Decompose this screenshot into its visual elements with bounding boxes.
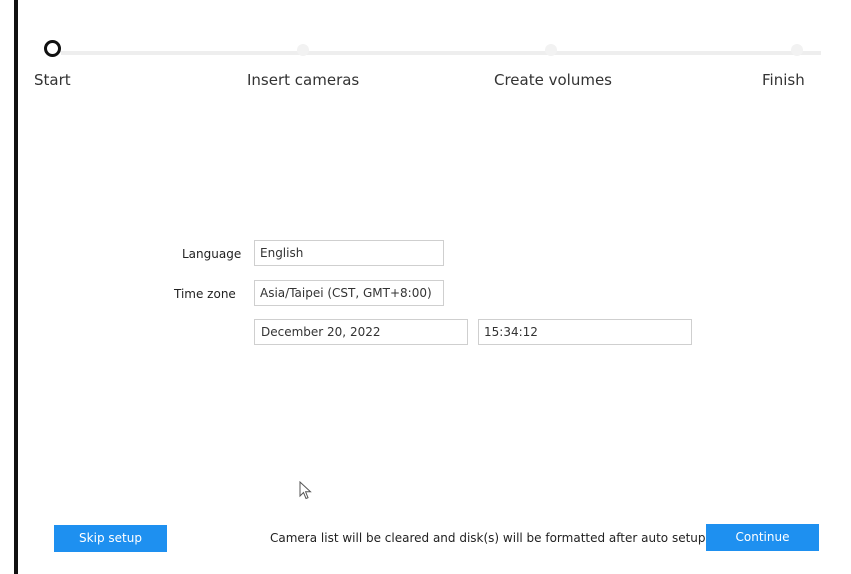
skip-setup-button[interactable]: Skip setup bbox=[54, 525, 167, 552]
step-start-label: Start bbox=[34, 71, 71, 89]
continue-button[interactable]: Continue bbox=[706, 524, 819, 551]
step-create-volumes-marker bbox=[545, 44, 557, 56]
timezone-select[interactable]: Asia/Taipei (CST, GMT+8:00) bbox=[254, 280, 444, 306]
step-finish-label: Finish bbox=[762, 71, 805, 89]
step-create-volumes-label: Create volumes bbox=[494, 71, 612, 89]
step-finish-marker bbox=[791, 44, 803, 56]
setup-wizard-page: Start Insert cameras Create volumes Fini… bbox=[0, 0, 851, 574]
time-field[interactable]: 15:34:12 bbox=[478, 319, 692, 345]
date-field[interactable]: December 20, 2022 bbox=[254, 319, 468, 345]
step-insert-cameras-marker bbox=[297, 44, 309, 56]
stepper-track bbox=[61, 51, 821, 55]
mouse-cursor-icon bbox=[299, 481, 312, 500]
format-warning-text: Camera list will be cleared and disk(s) … bbox=[270, 531, 706, 545]
window-left-edge bbox=[14, 0, 18, 574]
setup-stepper: Start Insert cameras Create volumes Fini… bbox=[25, 38, 825, 98]
language-label: Language bbox=[182, 247, 242, 261]
step-insert-cameras-label: Insert cameras bbox=[247, 71, 360, 89]
step-start-marker bbox=[44, 40, 61, 57]
language-select[interactable]: English bbox=[254, 240, 444, 266]
timezone-label: Time zone bbox=[174, 287, 236, 301]
